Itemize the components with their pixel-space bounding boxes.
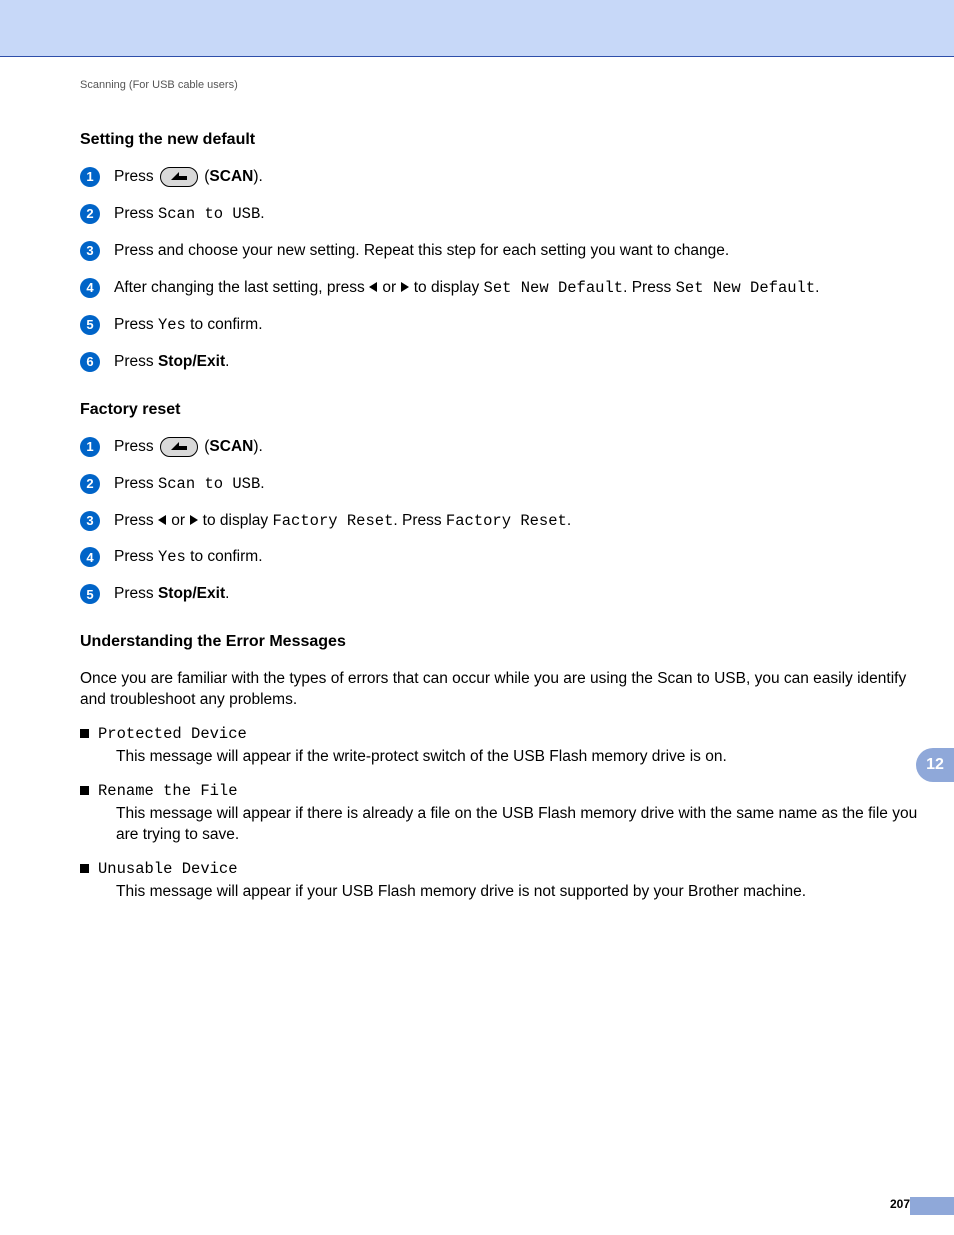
menu-item: Set New Default bbox=[484, 279, 624, 297]
menu-item: Scan to USB bbox=[158, 205, 260, 223]
step: 3 Press and choose your new setting. Rep… bbox=[80, 241, 924, 262]
step-text: Press bbox=[114, 548, 158, 565]
step: 4 After changing the last setting, press… bbox=[80, 278, 924, 299]
step: 1 Press (SCAN). bbox=[80, 167, 924, 188]
step-text: or bbox=[167, 512, 189, 529]
heading-error-messages: Understanding the Error Messages bbox=[80, 633, 924, 651]
step-text: Press bbox=[114, 512, 158, 529]
scan-label: SCAN bbox=[209, 438, 253, 455]
menu-item: Factory Reset bbox=[272, 512, 393, 530]
triangle-left-icon bbox=[158, 515, 167, 526]
step-text: Press bbox=[114, 475, 158, 492]
menu-item: Yes bbox=[158, 548, 186, 566]
step-number-icon: 5 bbox=[80, 315, 100, 335]
steps-factory-reset: 1 Press (SCAN). 2 Press Scan to USB. 3 P… bbox=[80, 437, 924, 606]
steps-setting-default: 1 Press (SCAN). 2 Press Scan to USB. 3 P… bbox=[80, 167, 924, 373]
scan-button-icon bbox=[160, 437, 198, 457]
step-text: to display bbox=[198, 512, 272, 529]
step-text: . bbox=[225, 353, 229, 370]
triangle-right-icon bbox=[189, 515, 198, 526]
heading-factory-reset: Factory reset bbox=[80, 401, 924, 419]
step-text: . bbox=[815, 279, 819, 296]
step-text: to confirm. bbox=[186, 548, 263, 565]
step-number-icon: 4 bbox=[80, 278, 100, 298]
intro-paragraph: Once you are familiar with the types of … bbox=[80, 669, 924, 711]
page-number: 207 bbox=[890, 1197, 910, 1211]
error-description: This message will appear if there is alr… bbox=[116, 804, 924, 846]
heading-setting-default: Setting the new default bbox=[80, 131, 924, 149]
header-bar bbox=[0, 0, 954, 57]
button-label: Stop/Exit bbox=[158, 353, 225, 370]
step-text: . bbox=[567, 512, 571, 529]
step: 5 Press Stop/Exit. bbox=[80, 584, 924, 605]
step-number-icon: 5 bbox=[80, 584, 100, 604]
paren-open: ( bbox=[200, 168, 209, 185]
paren-open: ( bbox=[200, 438, 209, 455]
paren-close: ). bbox=[253, 438, 262, 455]
step-number-icon: 6 bbox=[80, 352, 100, 372]
step: 4 Press Yes to confirm. bbox=[80, 547, 924, 568]
error-name: Protected Device bbox=[98, 725, 247, 743]
square-bullet-icon bbox=[80, 786, 89, 795]
step-text: Press bbox=[114, 205, 158, 222]
error-description: This message will appear if the write-pr… bbox=[116, 747, 924, 768]
step-text: Press bbox=[114, 168, 158, 185]
step-number-icon: 3 bbox=[80, 511, 100, 531]
step-text: to confirm. bbox=[186, 316, 263, 333]
step: 5 Press Yes to confirm. bbox=[80, 315, 924, 336]
error-item: Unusable Device This message will appear… bbox=[80, 860, 924, 903]
chapter-tab: 12 bbox=[916, 748, 954, 782]
step-text: Press bbox=[114, 438, 158, 455]
page-content: Scanning (For USB cable users) Setting t… bbox=[0, 57, 954, 903]
step-number-icon: 1 bbox=[80, 167, 100, 187]
step-number-icon: 2 bbox=[80, 474, 100, 494]
error-item: Rename the File This message will appear… bbox=[80, 782, 924, 846]
step-number-icon: 2 bbox=[80, 204, 100, 224]
step-text: Press bbox=[114, 585, 158, 602]
triangle-left-icon bbox=[369, 282, 378, 293]
paren-close: ). bbox=[253, 168, 262, 185]
square-bullet-icon bbox=[80, 729, 89, 738]
step: 2 Press Scan to USB. bbox=[80, 204, 924, 225]
step-text: to display bbox=[409, 279, 483, 296]
step-text: Press and choose your new setting. Repea… bbox=[114, 242, 729, 259]
step-text: After changing the last setting, press bbox=[114, 279, 369, 296]
step-text: Press bbox=[114, 316, 158, 333]
step-text: . bbox=[225, 585, 229, 602]
button-label: Stop/Exit bbox=[158, 585, 225, 602]
step: 2 Press Scan to USB. bbox=[80, 474, 924, 495]
menu-item: Set New Default bbox=[676, 279, 816, 297]
step: 1 Press (SCAN). bbox=[80, 437, 924, 458]
scan-button-icon bbox=[160, 167, 198, 187]
menu-item: Yes bbox=[158, 316, 186, 334]
menu-item: Factory Reset bbox=[446, 512, 567, 530]
step-text: . bbox=[260, 205, 264, 222]
step-text: . Press bbox=[623, 279, 676, 296]
step: 6 Press Stop/Exit. bbox=[80, 352, 924, 373]
step-text: Press bbox=[114, 353, 158, 370]
step-text: . Press bbox=[393, 512, 446, 529]
error-item: Protected Device This message will appea… bbox=[80, 725, 924, 768]
error-list: Protected Device This message will appea… bbox=[80, 725, 924, 903]
step-text: . bbox=[260, 475, 264, 492]
error-description: This message will appear if your USB Fla… bbox=[116, 882, 924, 903]
running-head: Scanning (For USB cable users) bbox=[80, 79, 924, 91]
step-text: or bbox=[378, 279, 400, 296]
step-number-icon: 3 bbox=[80, 241, 100, 261]
step-number-icon: 4 bbox=[80, 547, 100, 567]
error-name: Rename the File bbox=[98, 782, 238, 800]
step-number-icon: 1 bbox=[80, 437, 100, 457]
footer-accent-bar bbox=[910, 1197, 954, 1215]
step: 3 Press or to display Factory Reset. Pre… bbox=[80, 511, 924, 532]
scan-label: SCAN bbox=[209, 168, 253, 185]
square-bullet-icon bbox=[80, 864, 89, 873]
menu-item: Scan to USB bbox=[158, 475, 260, 493]
error-name: Unusable Device bbox=[98, 860, 238, 878]
